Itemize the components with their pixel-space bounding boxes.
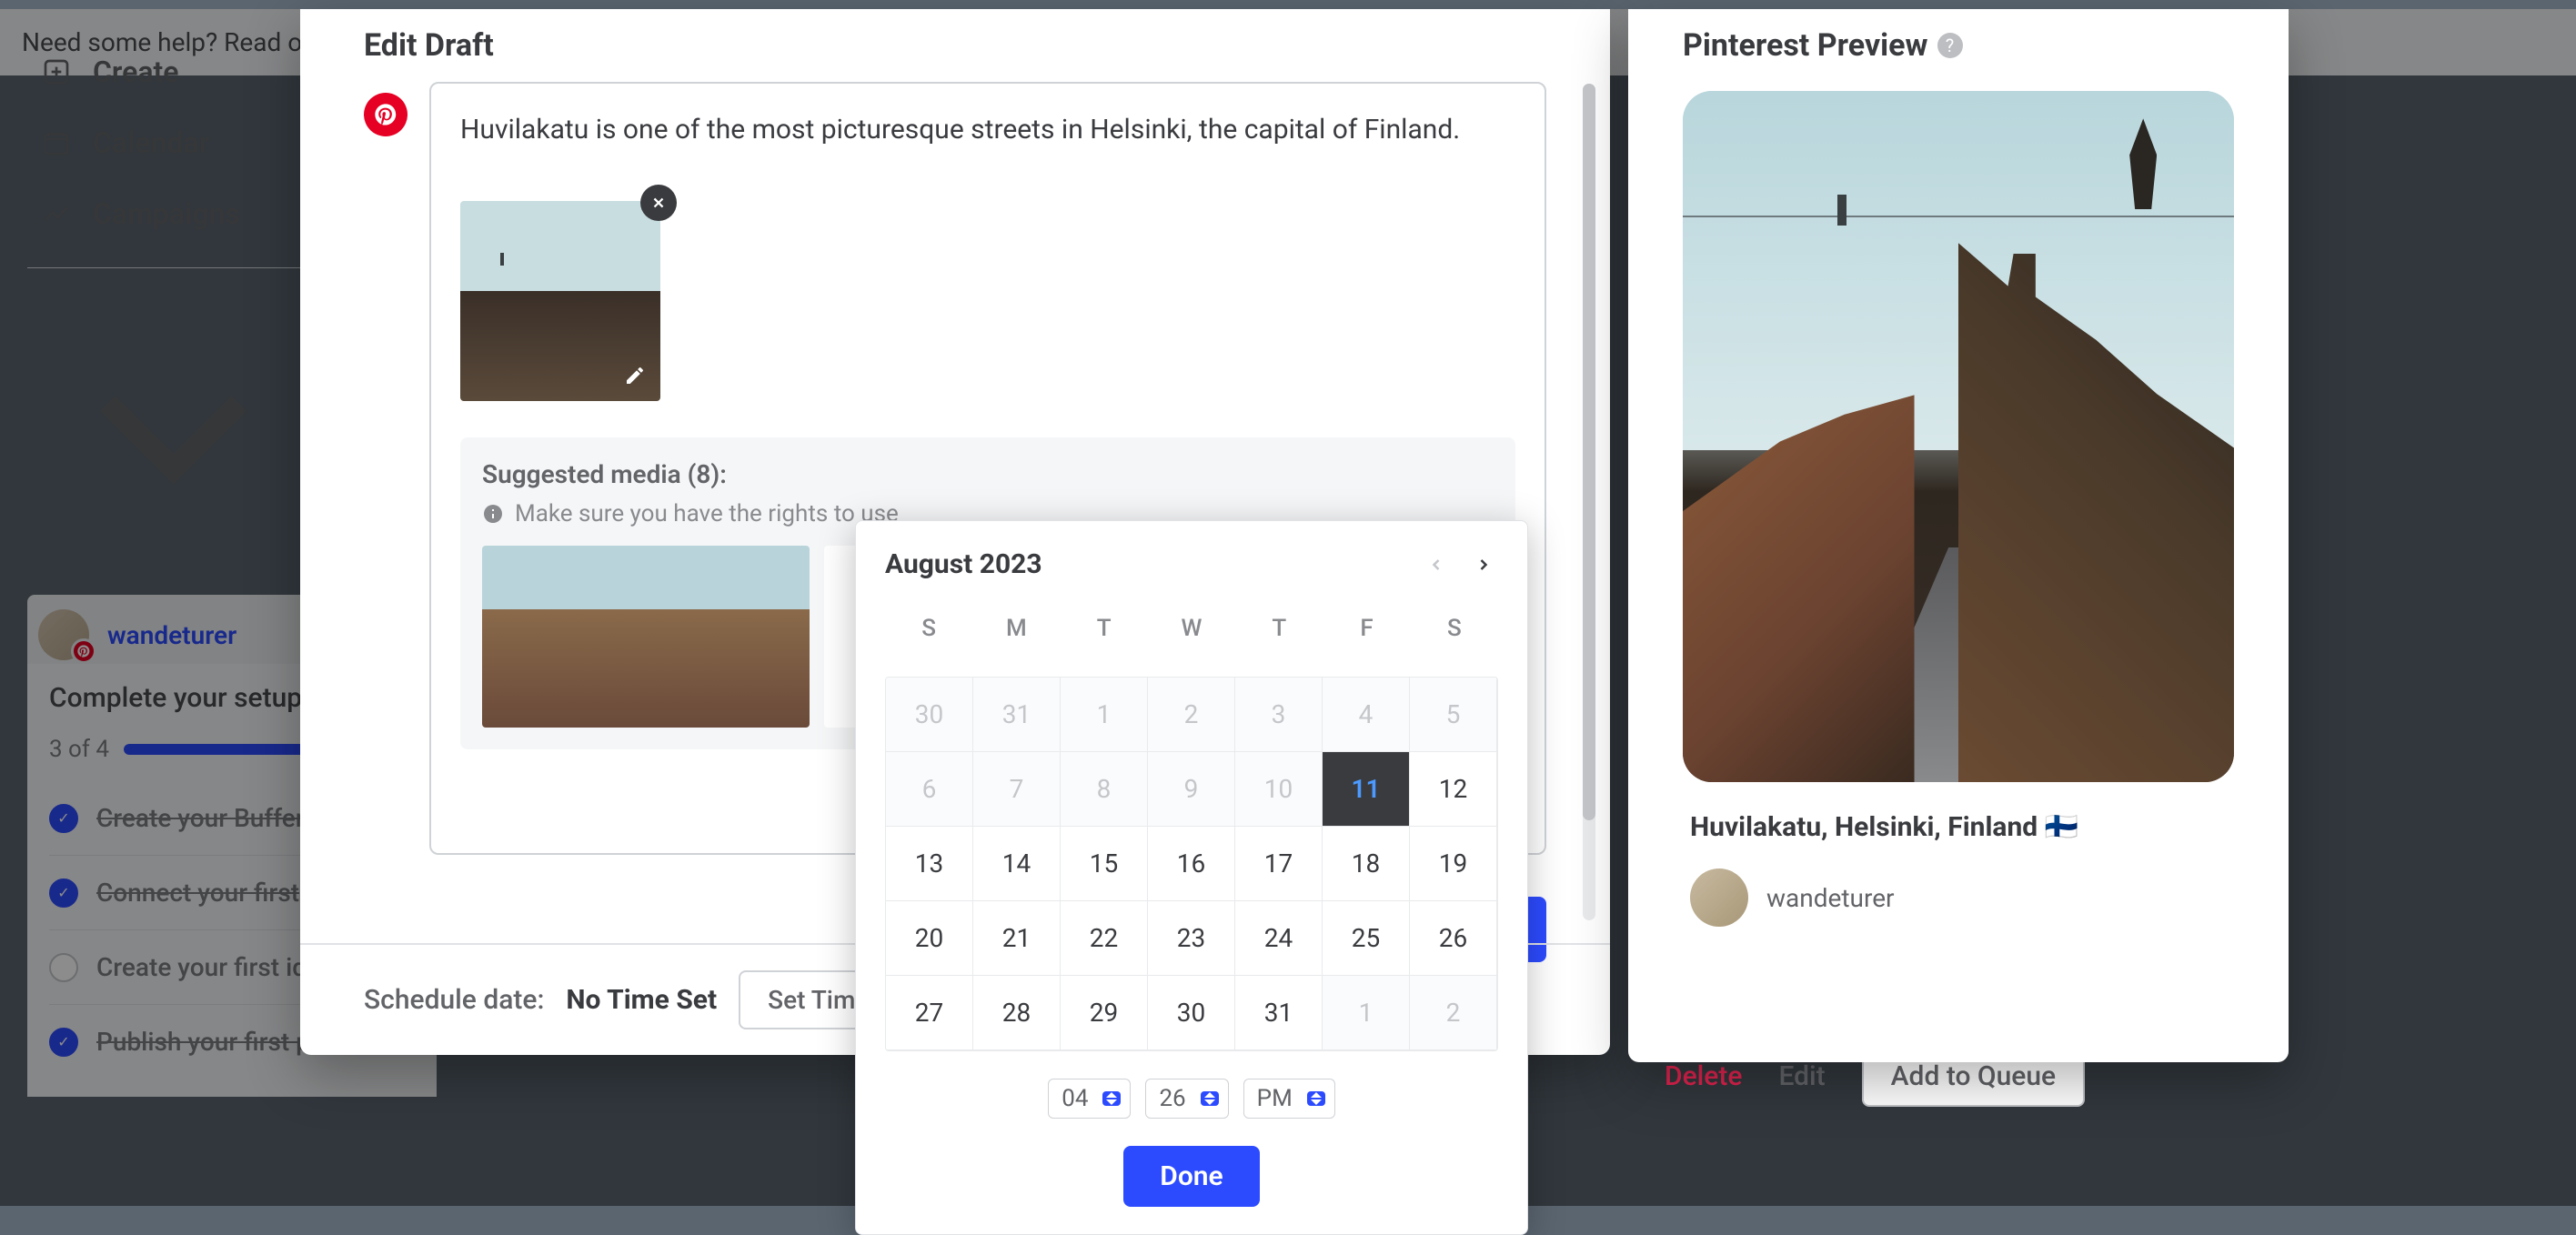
dow-label: T xyxy=(1235,602,1323,655)
day-cell[interactable]: 11 xyxy=(1323,752,1410,827)
pencil-icon xyxy=(624,365,646,387)
day-cell[interactable]: 27 xyxy=(886,976,973,1050)
scrollbar[interactable] xyxy=(1583,84,1595,920)
hour-input[interactable]: 04 xyxy=(1048,1079,1131,1119)
schedule-value: No Time Set xyxy=(566,984,717,1016)
delete-button[interactable]: Delete xyxy=(1665,1060,1742,1092)
day-cell[interactable]: 24 xyxy=(1235,901,1323,976)
suggested-note-text: Make sure you have the rights to use xyxy=(515,500,899,527)
dow-label: S xyxy=(885,602,972,655)
day-cell[interactable]: 21 xyxy=(973,901,1061,976)
suggested-title: Suggested media (8): xyxy=(482,459,1494,489)
day-cell[interactable]: 20 xyxy=(886,901,973,976)
day-cell[interactable]: 14 xyxy=(973,827,1061,901)
day-cell[interactable]: 6 xyxy=(886,752,973,827)
day-cell[interactable]: 29 xyxy=(1061,976,1148,1050)
preview-caption: Huvilakatu, Helsinki, Finland 🇫🇮 xyxy=(1683,797,2234,858)
pinterest-preview-modal: Pinterest Preview ? Huvilakatu, Helsinki… xyxy=(1628,9,2289,1062)
day-cell[interactable]: 22 xyxy=(1061,901,1148,976)
day-cell[interactable]: 17 xyxy=(1235,827,1323,901)
day-cell[interactable]: 31 xyxy=(973,678,1061,752)
preview-title: Pinterest Preview xyxy=(1683,27,1928,64)
pinterest-icon xyxy=(364,93,408,136)
chevron-left-icon xyxy=(1427,556,1445,574)
day-cell[interactable]: 1 xyxy=(1061,678,1148,752)
ampm-input[interactable]: PM xyxy=(1243,1079,1335,1119)
ampm-stepper[interactable] xyxy=(1307,1091,1325,1106)
remove-image-button[interactable] xyxy=(640,185,677,221)
day-cell[interactable]: 1 xyxy=(1323,976,1410,1050)
compose-text[interactable]: Huvilakatu is one of the most picturesqu… xyxy=(431,84,1545,176)
edit-button[interactable]: Edit xyxy=(1778,1060,1825,1092)
info-icon xyxy=(482,503,504,525)
suggested-thumb[interactable] xyxy=(482,546,810,728)
day-cell[interactable]: 2 xyxy=(1148,678,1235,752)
close-icon xyxy=(650,195,667,211)
day-cell[interactable]: 26 xyxy=(1410,901,1497,976)
author-avatar xyxy=(1690,869,1748,927)
datepicker-month: August 2023 xyxy=(885,548,1042,580)
day-cell[interactable]: 2 xyxy=(1410,976,1497,1050)
day-cell[interactable]: 30 xyxy=(1148,976,1235,1050)
preview-image xyxy=(1683,91,2234,782)
minute-value: 26 xyxy=(1159,1085,1185,1112)
datepicker-popover: August 2023 S M T W T F S 30311234567891… xyxy=(855,520,1528,1235)
schedule-label: Schedule date: xyxy=(364,984,544,1016)
next-month-button[interactable] xyxy=(1469,550,1498,579)
day-cell[interactable]: 18 xyxy=(1323,827,1410,901)
prev-month-button곱[interactable] xyxy=(1422,550,1451,579)
day-cell[interactable]: 5 xyxy=(1410,678,1497,752)
chevron-right-icon xyxy=(1474,556,1493,574)
day-cell[interactable]: 28 xyxy=(973,976,1061,1050)
day-cell[interactable]: 15 xyxy=(1061,827,1148,901)
edit-modal-title: Edit Draft xyxy=(300,9,1610,82)
day-cell[interactable]: 12 xyxy=(1410,752,1497,827)
dow-label: M xyxy=(972,602,1060,655)
day-cell[interactable]: 19 xyxy=(1410,827,1497,901)
author-name: wandeturer xyxy=(1766,883,1895,913)
hour-value: 04 xyxy=(1062,1085,1088,1112)
day-cell[interactable]: 23 xyxy=(1148,901,1235,976)
done-button[interactable]: Done xyxy=(1123,1146,1259,1207)
datepicker-dow-row: S M T W T F S xyxy=(885,602,1498,655)
dow-label: S xyxy=(1411,602,1498,655)
ampm-value: PM xyxy=(1257,1085,1293,1112)
minute-input[interactable]: 26 xyxy=(1145,1079,1228,1119)
day-cell[interactable]: 13 xyxy=(886,827,973,901)
dow-label: F xyxy=(1323,602,1410,655)
help-icon[interactable]: ? xyxy=(1937,33,1963,58)
day-cell[interactable]: 30 xyxy=(886,678,973,752)
attached-image[interactable] xyxy=(460,201,660,401)
day-cell[interactable]: 10 xyxy=(1235,752,1323,827)
day-cell[interactable]: 9 xyxy=(1148,752,1235,827)
day-cell[interactable]: 3 xyxy=(1235,678,1323,752)
datepicker-grid: 3031123456789101112131415161718192021222… xyxy=(885,677,1498,1051)
day-cell[interactable]: 31 xyxy=(1235,976,1323,1050)
edit-image-button[interactable] xyxy=(619,359,651,392)
dow-label: W xyxy=(1148,602,1235,655)
dow-label: T xyxy=(1061,602,1148,655)
day-cell[interactable]: 25 xyxy=(1323,901,1410,976)
minute-stepper[interactable] xyxy=(1201,1091,1219,1106)
day-cell[interactable]: 16 xyxy=(1148,827,1235,901)
day-cell[interactable]: 8 xyxy=(1061,752,1148,827)
day-cell[interactable]: 7 xyxy=(973,752,1061,827)
day-cell[interactable]: 4 xyxy=(1323,678,1410,752)
hour-stepper[interactable] xyxy=(1102,1091,1121,1106)
